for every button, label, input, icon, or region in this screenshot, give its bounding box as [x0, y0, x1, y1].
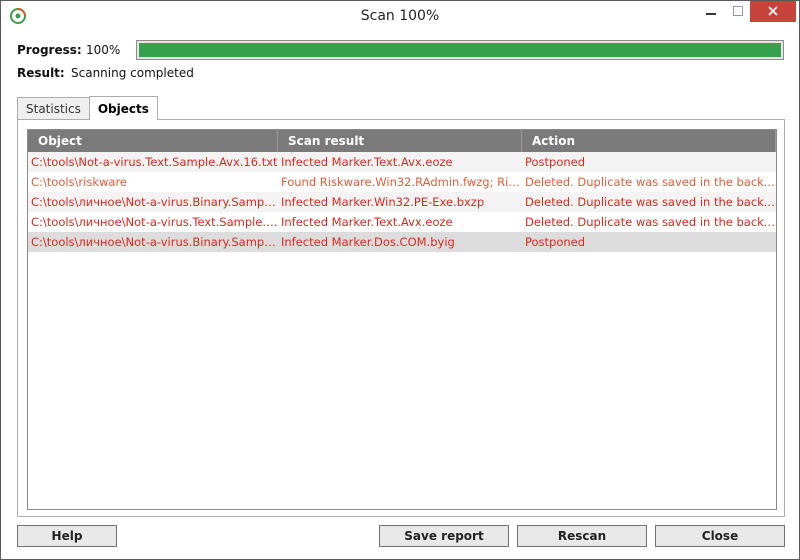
rescan-button[interactable]: Rescan: [517, 525, 647, 547]
minimize-icon: [705, 5, 716, 19]
window-title: Scan 100%: [360, 8, 440, 24]
progress-bar-fill: [139, 43, 781, 57]
table-header: Object Scan result Action: [28, 130, 776, 152]
minimize-button[interactable]: [697, 1, 724, 22]
progress-label: Progress:: [17, 43, 82, 57]
progress-bar: [136, 40, 784, 60]
table-row[interactable]: C:\tools\riskware Found Riskware.Win32.RA…: [28, 172, 776, 192]
cell-object: C:\tools\Not-a-virus.Text.Sample.Avx.16.…: [31, 155, 278, 169]
tab-statistics[interactable]: Statistics: [17, 97, 90, 120]
cell-action: Postponed: [525, 235, 586, 249]
column-header-action[interactable]: Action: [522, 130, 776, 152]
table-body: C:\tools\Not-a-virus.Text.Sample.Avx.16.…: [28, 152, 776, 252]
maximize-button[interactable]: [724, 1, 751, 22]
help-button[interactable]: Help: [17, 525, 117, 547]
progress-value: 100%: [86, 43, 121, 57]
tab-bar: Statistics Objects: [17, 96, 158, 120]
cell-scan-result: Found Riskware.Win32.RAdmin.fwzg; Risk…: [281, 175, 522, 189]
cell-action: Deleted. Duplicate was saved in the back…: [525, 175, 776, 189]
table-row[interactable]: C:\tools\Not-a-virus.Text.Sample.Avx.16.…: [28, 152, 776, 172]
maximize-icon: [732, 5, 743, 19]
cell-action: Deleted. Duplicate was saved in the back…: [525, 215, 776, 229]
cell-object: C:\tools\личное\Not-a-virus.Text.Sample.…: [31, 215, 278, 229]
close-icon: [768, 5, 778, 19]
column-header-object[interactable]: Object: [28, 130, 278, 152]
objects-panel: Object Scan result Action C:\tools\Not-a…: [17, 119, 785, 517]
result-value: Scanning completed: [71, 66, 194, 80]
close-button[interactable]: Close: [655, 525, 785, 547]
cell-action: Postponed: [525, 155, 586, 169]
table-row[interactable]: C:\tools\личное\Not-a-virus.Binary.Sampl…: [28, 192, 776, 212]
close-window-button[interactable]: [750, 1, 796, 22]
cell-scan-result: Infected Marker.Dos.COM.byig: [281, 235, 455, 249]
cell-object: C:\tools\личное\Not-a-virus.Binary.Sampl…: [31, 195, 278, 209]
scan-window: Scan 100% Progress: 100% Result: Scannin…: [0, 0, 800, 560]
table-row[interactable]: C:\tools\личное\Not-a-virus.Binary.Sampl…: [28, 232, 776, 252]
cell-object: C:\tools\riskware: [31, 175, 127, 189]
cell-scan-result: Infected Marker.Text.Avx.eoze: [281, 215, 453, 229]
column-header-scan-result[interactable]: Scan result: [278, 130, 522, 152]
cell-scan-result: Infected Marker.Win32.PE-Exe.bxzp: [281, 195, 485, 209]
title-bar[interactable]: Scan 100%: [1, 1, 799, 32]
objects-table[interactable]: Object Scan result Action C:\tools\Not-a…: [27, 129, 777, 510]
save-report-button[interactable]: Save report: [379, 525, 509, 547]
cell-scan-result: Infected Marker.Text.Avx.eoze: [281, 155, 453, 169]
table-row[interactable]: C:\tools\личное\Not-a-virus.Text.Sample.…: [28, 212, 776, 232]
cell-object: C:\tools\личное\Not-a-virus.Binary.Sampl…: [31, 235, 278, 249]
result-label: Result:: [17, 66, 65, 80]
tab-objects[interactable]: Objects: [88, 96, 158, 120]
cell-action: Deleted. Duplicate was saved in the back…: [525, 195, 776, 209]
